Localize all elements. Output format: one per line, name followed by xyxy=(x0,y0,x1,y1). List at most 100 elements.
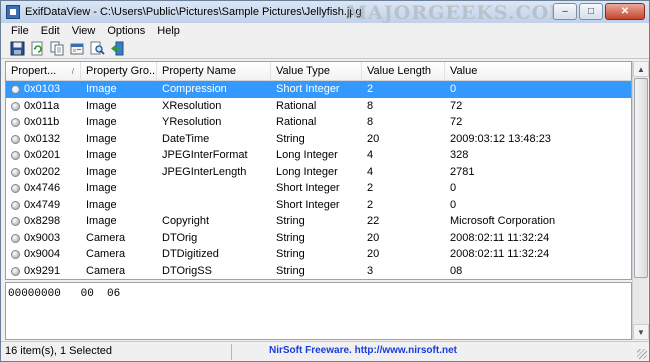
table-row[interactable]: 0x0201 Image JPEGInterFormat Long Integer 4 3… xyxy=(6,147,631,164)
cell-value: 0 xyxy=(450,198,457,211)
column-header-property-id[interactable]: Propert... / xyxy=(6,62,81,81)
table-row[interactable]: 0x4749 Image Short Integer 2 0 xyxy=(6,197,631,214)
table-row[interactable]: 0x011b Image YResolution Rational 8 72 xyxy=(6,114,631,131)
row-bullet-icon xyxy=(11,101,20,111)
scroll-thumb[interactable] xyxy=(634,78,648,278)
cell-value-type: String xyxy=(276,264,305,277)
cell-property-id: 0x0132 xyxy=(24,132,61,145)
exit-icon[interactable] xyxy=(109,40,126,57)
cell-value: 72 xyxy=(450,116,463,128)
cell-value-type: Short Integer xyxy=(276,83,340,95)
cell-value: 08 xyxy=(450,264,463,277)
cell-property-id: 0x0202 xyxy=(24,165,61,178)
window-title: ExifDataView - C:\Users\Public\Pictures\… xyxy=(25,6,362,18)
cell-property-group: Image xyxy=(86,149,117,161)
table-row[interactable]: 0x8298 Image Copyright String 22 Microsoft Co… xyxy=(6,213,631,230)
table-row[interactable]: 0x011a Image XResolution Rational 8 72 xyxy=(6,98,631,115)
cell-value-length: 4 xyxy=(367,149,374,161)
cell-property-name: Compression xyxy=(162,83,227,95)
cell-property-group: Image xyxy=(86,132,117,145)
scroll-up-arrow-icon[interactable]: ▲ xyxy=(633,61,649,77)
cell-property-id: 0x9003 xyxy=(24,231,61,244)
cell-property-group: Image xyxy=(86,215,117,227)
title-bar[interactable]: ExifDataView - C:\Users\Public\Pictures\… xyxy=(1,1,649,24)
app-window: ExifDataView - C:\Users\Public\Pictures\… xyxy=(0,0,650,362)
menu-edit[interactable]: Edit xyxy=(35,25,66,37)
cell-value-length: 2 xyxy=(367,198,374,211)
cell-value-type: String xyxy=(276,231,305,244)
column-header-property-group[interactable]: Property Gro... xyxy=(81,62,157,81)
column-header: Propert... / Property Gro... Property Nam… xyxy=(6,62,631,81)
cell-value: 0 xyxy=(450,83,457,95)
cell-property-name: DTOrig xyxy=(162,231,198,244)
refresh-icon[interactable] xyxy=(29,40,46,57)
table-row[interactable]: 0x9291 Camera DTOrigSS String 3 08 xyxy=(6,263,631,280)
menu-view[interactable]: View xyxy=(66,25,102,37)
cell-value-type: Long Integer xyxy=(276,149,338,161)
cell-value-length: 8 xyxy=(367,116,374,128)
search-icon[interactable] xyxy=(89,40,106,57)
status-item-count: 16 item(s), 1 Selected xyxy=(5,345,112,357)
cell-property-group: Camera xyxy=(86,231,126,244)
menu-options[interactable]: Options xyxy=(101,25,151,37)
scroll-down-arrow-icon[interactable]: ▼ xyxy=(633,324,649,340)
column-header-value-type[interactable]: Value Type xyxy=(271,62,362,81)
row-bullet-icon xyxy=(11,266,20,276)
row-bullet-icon xyxy=(11,184,20,193)
menu-file[interactable]: File xyxy=(5,25,35,37)
cell-property-name: YResolution xyxy=(162,116,222,128)
nirsoft-link[interactable]: NirSoft Freeware. http://www.nirsoft.net xyxy=(269,345,457,356)
column-header-value-length[interactable]: Value Length xyxy=(362,62,445,81)
cell-property-group: Image xyxy=(86,182,117,194)
cell-value-type: String xyxy=(276,248,305,260)
cell-value: 328 xyxy=(450,149,469,161)
cell-value: 2008:02:11 11:32:24 xyxy=(450,248,550,260)
cell-value: Microsoft Corporation xyxy=(450,215,556,227)
copy-icon[interactable] xyxy=(49,40,66,57)
table-row[interactable]: 0x9003 Camera DTOrig String 20 2008:02:11 11:… xyxy=(6,230,631,247)
minimize-button[interactable]: – xyxy=(553,3,577,20)
cell-property-name: JPEGInterFormat xyxy=(162,149,248,161)
hex-dump-pane[interactable]: 00000000 00 06 xyxy=(5,282,632,340)
cell-property-group: Image xyxy=(86,165,117,178)
cell-property-name: Copyright xyxy=(162,215,210,227)
menu-help[interactable]: Help xyxy=(151,25,186,37)
cell-value-length: 3 xyxy=(367,264,374,277)
vertical-scrollbar[interactable]: ▲ ▼ xyxy=(632,61,649,340)
table-row[interactable]: 0x0202 Image JPEGInterLength Long Integer 4 2… xyxy=(6,164,631,181)
maximize-button[interactable]: □ xyxy=(579,3,603,20)
row-bullet-icon xyxy=(11,250,20,259)
cell-property-group: Camera xyxy=(86,248,126,260)
row-bullet-icon xyxy=(11,200,20,210)
cell-value: 0 xyxy=(450,182,457,194)
cell-value-length: 4 xyxy=(367,165,374,178)
cell-property-group: Image xyxy=(86,99,117,112)
cell-property-name: XResolution xyxy=(162,99,222,112)
properties-icon[interactable] xyxy=(69,40,86,57)
window-controls: – □ ✕ xyxy=(553,3,645,20)
table-row[interactable]: 0x0132 Image DateTime String 20 2009:03:12 13… xyxy=(6,131,631,148)
resize-grip-icon[interactable] xyxy=(637,349,647,359)
cell-value-length: 2 xyxy=(367,182,374,194)
property-list[interactable]: Propert... / Property Gro... Property Nam… xyxy=(5,61,632,280)
toolbar xyxy=(1,39,649,59)
row-bullet-icon xyxy=(11,233,20,243)
column-header-value[interactable]: Value xyxy=(445,62,631,81)
cell-property-name xyxy=(162,197,270,214)
table-row[interactable]: 0x0103 Image Compression Short Integer 2 0 xyxy=(6,81,631,98)
cell-property-id: 0x011b xyxy=(24,116,60,128)
cell-value-length: 20 xyxy=(367,231,380,244)
cell-value-length: 8 xyxy=(367,99,374,112)
save-icon[interactable] xyxy=(9,40,26,57)
cell-property-id: 0x0201 xyxy=(24,149,61,161)
column-header-property-name[interactable]: Property Name xyxy=(157,62,271,81)
cell-value: 2781 xyxy=(450,165,475,178)
cell-value-type: Short Integer xyxy=(276,182,340,194)
cell-property-group: Image xyxy=(86,198,117,211)
table-row[interactable]: 0x4746 Image Short Integer 2 0 xyxy=(6,180,631,197)
cell-value-type: Rational xyxy=(276,99,317,112)
cell-value-type: String xyxy=(276,215,305,227)
close-button[interactable]: ✕ xyxy=(605,3,645,20)
app-icon xyxy=(6,5,20,19)
table-row[interactable]: 0x9004 Camera DTDigitized String 20 2008:02:1… xyxy=(6,246,631,263)
